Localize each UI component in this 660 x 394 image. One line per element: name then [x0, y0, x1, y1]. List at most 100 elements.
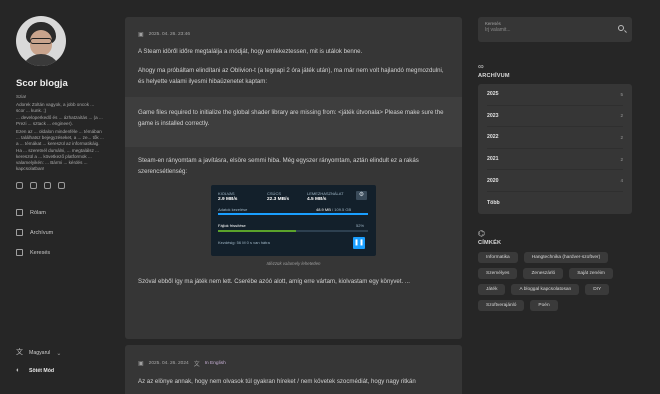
nav-item-search[interactable]: Keresés	[16, 243, 112, 263]
tag-chip[interactable]: Hangtechnika (hardver-szoftver)	[523, 251, 609, 263]
mail-icon[interactable]	[58, 181, 65, 189]
blog-post: ▣ 2025. 04. 26. 2024 文 In English Az az …	[125, 345, 462, 394]
tag-chip[interactable]: Informatika	[478, 251, 518, 263]
task-row: Adatok kezelése	[218, 207, 247, 212]
post-paragraph: Az az elönye annak, hogy nem olvasok túl…	[138, 378, 416, 385]
post-paragraph: Steam-en rányomtam a javításra, elsöre s…	[138, 157, 419, 175]
post-meta: ▣ 2025. 04. 26. 2024 文 In English	[125, 345, 462, 368]
search-icon	[16, 249, 23, 257]
calendar-icon: ▣	[138, 361, 144, 367]
archive-row[interactable]: 2021 2	[487, 149, 623, 171]
disk-label: KIOLVAS	[218, 191, 235, 196]
tags-header: ⌬ CÍMKÉK	[478, 228, 632, 246]
archive-count: 4	[620, 178, 623, 184]
task-total: / 109.5 GB	[332, 207, 352, 212]
discord-icon[interactable]	[44, 181, 51, 189]
post-date[interactable]: 2025. 04. 26. 23:46	[149, 32, 190, 37]
language-label: Magyarul	[29, 350, 51, 356]
tag-chip[interactable]: Játék	[478, 283, 506, 295]
archive-row[interactable]: 2022 2	[487, 127, 623, 149]
archive-year: Több	[487, 199, 500, 206]
task-progress-fill	[218, 213, 368, 215]
infinity-icon: ∞	[478, 62, 484, 71]
avatar-shirt	[21, 54, 61, 66]
social-links	[16, 181, 112, 189]
intro-line: Adorek Zoltán vagyok, a jobb oncok ... s…	[16, 101, 95, 113]
intro-line: Szia!	[16, 94, 27, 99]
archive-count: 2	[620, 156, 623, 162]
peak-stat: CSÚCS 22.3 MB/s	[267, 191, 289, 202]
steam-download-screenshot[interactable]: KIOLVAS 2.9 MB/s CSÚCS 22.3 MB/s LEMEZHA…	[211, 185, 376, 256]
nav-item-about[interactable]: Rólam	[16, 203, 112, 223]
task-value: 48.9 MB	[316, 207, 331, 212]
archive-year: 2023	[487, 112, 499, 119]
verify-progress-bar	[218, 230, 368, 232]
bottom-controls: 文 Magyarul ⌄ ◐ Sötét Mód	[16, 344, 61, 380]
tag-chip[interactable]: A bloggal kapcsolatosan	[511, 283, 580, 295]
figure-caption: Idézzük valamely lehetetlen	[266, 261, 321, 266]
archive-count: 5	[620, 91, 623, 97]
nav-label: Archívum	[30, 229, 54, 236]
post-meta: ▣ 2025. 04. 26. 23:46	[125, 17, 462, 38]
archive-year: 2020	[487, 177, 499, 184]
archive-year: 2025	[487, 91, 499, 98]
language-select[interactable]: 文 Magyarul ⌄	[16, 344, 61, 362]
verify-label: Fájlok frissítése	[218, 223, 246, 228]
tag-icon: ⌬	[478, 228, 485, 238]
translate-icon: 文	[16, 349, 23, 356]
post-paragraph: A Steam idöről időre megtalálja a módját…	[138, 48, 363, 55]
nav-label: Keresés	[30, 249, 51, 256]
disk-usage-value: 4.5 MB/s	[307, 197, 327, 202]
tag-list: Informatika Hangtechnika (hardver-szoftve…	[478, 251, 628, 311]
nav-item-archive[interactable]: Archívum	[16, 223, 112, 243]
user-icon	[16, 209, 23, 217]
gear-icon[interactable]: ⚙	[356, 191, 367, 200]
archive-list: 2025 5 2023 2 2022 2 2021 2 2020 4 Több	[478, 84, 632, 214]
search-icon[interactable]	[618, 25, 624, 31]
tag-chip[interactable]: Szoftverajánló	[478, 299, 525, 311]
search-input[interactable]	[485, 26, 595, 34]
verify-progress-fill	[218, 230, 296, 232]
archive-count: 2	[620, 134, 623, 140]
main-nav: Rólam Archívum Keresés	[16, 203, 112, 263]
archive-count: 2	[620, 113, 623, 119]
tag-chip[interactable]: Saját zenéim	[569, 267, 613, 279]
avatar[interactable]	[16, 16, 66, 66]
telegram-icon[interactable]	[30, 181, 37, 189]
intro-line: Ha ... szeretnél dumálni, ... megtalálsz…	[16, 148, 99, 171]
chevron-down-icon: ⌄	[56, 350, 62, 357]
github-icon[interactable]	[16, 181, 23, 189]
tag-chip[interactable]: DIY	[585, 283, 610, 295]
archive-icon	[16, 229, 23, 237]
nav-label: Rólam	[30, 209, 46, 216]
code-block: Game files required to initialize the gl…	[125, 97, 462, 147]
disk-usage-label: LEMEZHASZNÁLAT	[307, 191, 344, 196]
archive-title: ARCHÍVUM	[478, 73, 510, 79]
task-size: 48.9 MB / 109.5 GB	[316, 207, 351, 212]
intro-line: ... developerkedő és ... ázhatzaítás ...…	[16, 115, 103, 127]
pause-button[interactable]: ❚❚	[353, 237, 365, 249]
tag-chip[interactable]: Poén	[530, 299, 558, 311]
verify-percent: 52%	[356, 223, 365, 228]
language-link[interactable]: In English	[205, 361, 226, 366]
tags-title: CÍMKÉK	[478, 239, 502, 246]
toggle-icon: ◐	[16, 367, 21, 374]
site-title[interactable]: Scor blogja	[16, 78, 112, 89]
eta-text: Kezdésig: 56 M 0 s van hátra	[218, 240, 270, 245]
tag-chip[interactable]: Zeneszárló	[523, 267, 564, 279]
disk-value: 2.9 MB/s	[218, 197, 238, 202]
archive-row[interactable]: 2023 2	[487, 106, 623, 128]
archive-row[interactable]: 2025 5	[487, 84, 623, 106]
disk-usage-stat: LEMEZHASZNÁLAT 4.5 MB/s	[307, 191, 344, 202]
archive-year: 2022	[487, 134, 499, 141]
post-date[interactable]: 2025. 04. 26. 2024	[149, 361, 189, 366]
calendar-icon: ▣	[138, 32, 144, 38]
post-paragraph: Szóval ebből így ma játék nem lett. Cser…	[138, 278, 410, 285]
disk-stat: KIOLVAS 2.9 MB/s	[218, 191, 237, 202]
tag-chip[interactable]: Személyes	[478, 267, 518, 279]
post-paragraph: Ahogy ma próbáltam elindítani az Oblivio…	[138, 67, 444, 85]
archive-row[interactable]: Több	[487, 192, 623, 214]
peak-value: 22.3 MB/s	[267, 197, 290, 202]
theme-toggle[interactable]: ◐ Sötét Mód	[16, 362, 61, 380]
archive-row[interactable]: 2020 4	[487, 170, 623, 192]
